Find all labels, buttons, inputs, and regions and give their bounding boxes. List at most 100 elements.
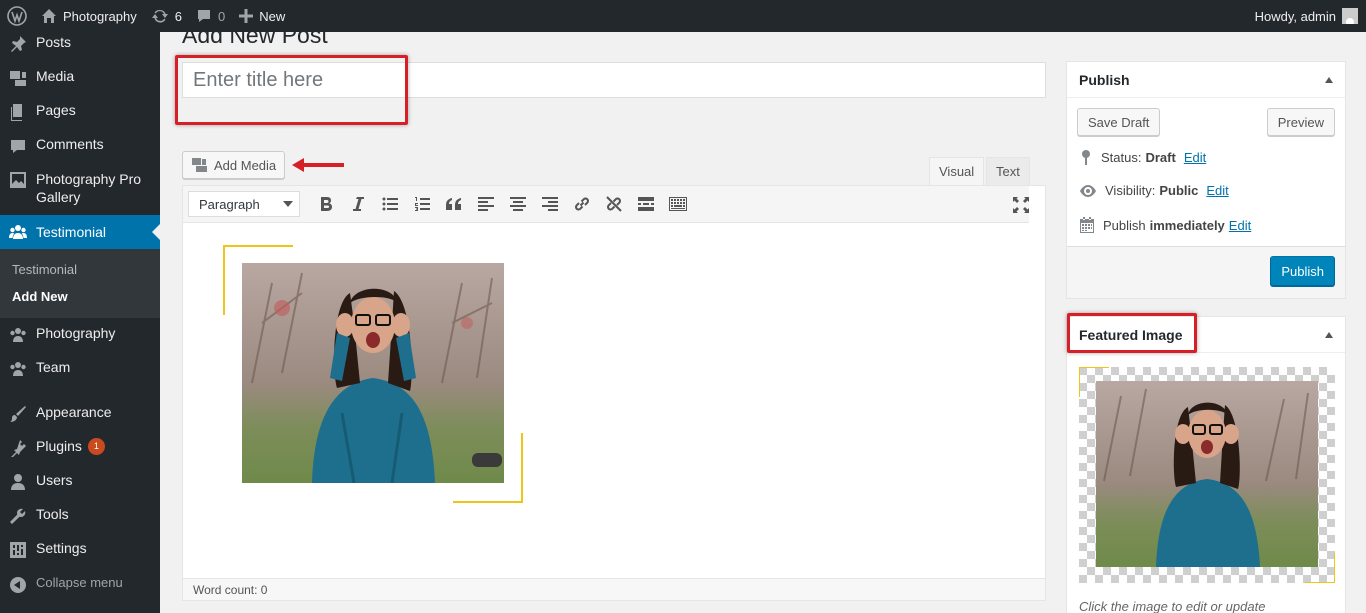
read-more-icon bbox=[638, 197, 654, 211]
calendar-icon bbox=[1080, 217, 1094, 233]
collapse-menu-button[interactable]: Collapse menu bbox=[0, 575, 160, 599]
edit-visibility-link[interactable]: Edit bbox=[1206, 183, 1228, 198]
publish-actions: Publish bbox=[1067, 246, 1345, 298]
settings-icon bbox=[8, 540, 28, 560]
align-right-icon bbox=[542, 197, 558, 211]
edit-status-link[interactable]: Edit bbox=[1184, 150, 1206, 165]
chevron-down-icon bbox=[283, 201, 293, 207]
howdy-text: Howdy, admin bbox=[1254, 8, 1336, 24]
page-title: Add New Post bbox=[182, 22, 328, 48]
quote-icon bbox=[446, 198, 461, 210]
collapse-arrow-icon[interactable] bbox=[1325, 331, 1333, 338]
tab-text[interactable]: Text bbox=[986, 157, 1030, 186]
align-right-button[interactable] bbox=[534, 190, 566, 218]
menu-users[interactable]: Users bbox=[0, 472, 160, 496]
align-left-icon bbox=[478, 197, 494, 211]
menu-label: Team bbox=[36, 359, 71, 375]
menu-label: Appearance bbox=[36, 404, 112, 420]
toolbar-toggle-button[interactable] bbox=[662, 190, 694, 218]
italic-button[interactable] bbox=[342, 190, 374, 218]
collapse-icon bbox=[8, 575, 28, 595]
groups-icon bbox=[8, 359, 28, 379]
menu-comments[interactable]: Comments bbox=[0, 136, 160, 160]
gallery-icon bbox=[8, 170, 28, 190]
tab-visual[interactable]: Visual bbox=[929, 157, 985, 186]
read-more-button[interactable] bbox=[630, 190, 662, 218]
align-left-button[interactable] bbox=[470, 190, 502, 218]
site-name-link[interactable]: Photography bbox=[34, 0, 144, 32]
submenu-testimonial[interactable]: Testimonial bbox=[0, 256, 160, 283]
account-menu[interactable]: Howdy, admin bbox=[1255, 8, 1366, 24]
publish-box-header[interactable]: Publish bbox=[1067, 62, 1345, 98]
avatar bbox=[1342, 8, 1358, 24]
user-icon bbox=[8, 472, 28, 492]
bullet-list-button[interactable] bbox=[374, 190, 406, 218]
bold-button[interactable] bbox=[310, 190, 342, 218]
publish-heading: Publish bbox=[1079, 71, 1130, 88]
menu-label: Tools bbox=[36, 506, 69, 522]
menu-label: Collapse menu bbox=[36, 575, 123, 590]
frame-corner-right bbox=[521, 433, 523, 503]
publish-button[interactable]: Publish bbox=[1270, 256, 1335, 286]
status-label: Status: bbox=[1101, 149, 1142, 165]
add-media-label: Add Media bbox=[214, 157, 277, 173]
blockquote-button[interactable] bbox=[438, 190, 470, 218]
preview-button[interactable]: Preview bbox=[1266, 108, 1335, 136]
save-draft-button[interactable]: Save Draft bbox=[1077, 108, 1161, 136]
align-center-icon bbox=[510, 197, 526, 211]
menu-appearance[interactable]: Appearance bbox=[0, 404, 160, 428]
menu-settings[interactable]: Settings bbox=[0, 540, 160, 564]
collapse-arrow-icon[interactable] bbox=[1325, 76, 1333, 83]
format-select-value: Paragraph bbox=[199, 196, 260, 212]
status-value: Draft bbox=[1145, 149, 1176, 165]
featured-image-header[interactable]: Featured Image bbox=[1067, 317, 1345, 353]
menu-plugins[interactable]: Plugins 1 bbox=[0, 438, 160, 462]
refresh-icon bbox=[151, 9, 168, 23]
status-row: Status: Draft Edit bbox=[1079, 149, 1206, 165]
submenu-add-new[interactable]: Add New bbox=[0, 283, 160, 310]
fullscreen-icon bbox=[1013, 197, 1029, 213]
align-center-button[interactable] bbox=[502, 190, 534, 218]
menu-media[interactable]: Media bbox=[0, 68, 160, 92]
menu-label: Pages bbox=[36, 102, 76, 118]
pin-icon bbox=[8, 34, 28, 54]
testimonial-submenu: Testimonial Add New bbox=[0, 249, 160, 318]
wordpress-icon bbox=[7, 6, 27, 26]
edit-schedule-link[interactable]: Edit bbox=[1229, 218, 1251, 233]
menu-posts[interactable]: Posts bbox=[0, 34, 160, 58]
numbered-list-button[interactable] bbox=[406, 190, 438, 218]
menu-team[interactable]: Team bbox=[0, 359, 160, 383]
menu-photography[interactable]: Photography bbox=[0, 325, 160, 349]
post-title-input[interactable]: Enter title here bbox=[182, 62, 1046, 98]
menu-label: Posts bbox=[36, 34, 72, 50]
menu-testimonial[interactable]: Testimonial bbox=[0, 215, 160, 249]
menu-pages[interactable]: Pages bbox=[0, 102, 160, 126]
editor-content[interactable] bbox=[183, 223, 1045, 579]
menu-label: Media bbox=[36, 68, 75, 84]
visibility-label: Visibility: bbox=[1105, 183, 1156, 198]
featured-image-thumbnail[interactable] bbox=[1079, 367, 1335, 583]
menu-tools[interactable]: Tools bbox=[0, 506, 160, 530]
editor-toolbar: Paragraph bbox=[183, 186, 1029, 223]
media-icon bbox=[192, 158, 207, 172]
italic-icon bbox=[353, 197, 364, 211]
publish-box: Publish Save Draft Preview Status: Draft… bbox=[1066, 61, 1346, 299]
annotation-arrow bbox=[292, 158, 344, 172]
fullscreen-button[interactable] bbox=[1005, 191, 1037, 219]
comment-icon bbox=[8, 136, 28, 156]
insert-link-button[interactable] bbox=[566, 190, 598, 218]
wrench-icon bbox=[8, 506, 28, 526]
menu-photography-pro-gallery[interactable]: Photography Pro Gallery bbox=[0, 170, 160, 210]
schedule-row: Publish immediately Edit bbox=[1079, 217, 1251, 233]
featured-image-heading: Featured Image bbox=[1079, 326, 1183, 343]
unlink-icon bbox=[606, 196, 622, 212]
link-icon bbox=[575, 197, 589, 211]
menu-label: Photography bbox=[36, 325, 116, 341]
featured-image-hint: Click the image to edit or update bbox=[1079, 599, 1266, 613]
remove-link-button[interactable] bbox=[598, 190, 630, 218]
wp-logo[interactable] bbox=[0, 0, 34, 32]
testimonial-photo[interactable] bbox=[242, 263, 504, 483]
format-select[interactable]: Paragraph bbox=[188, 191, 300, 217]
add-media-button[interactable]: Add Media bbox=[182, 151, 286, 179]
title-placeholder: Enter title here bbox=[193, 68, 324, 91]
